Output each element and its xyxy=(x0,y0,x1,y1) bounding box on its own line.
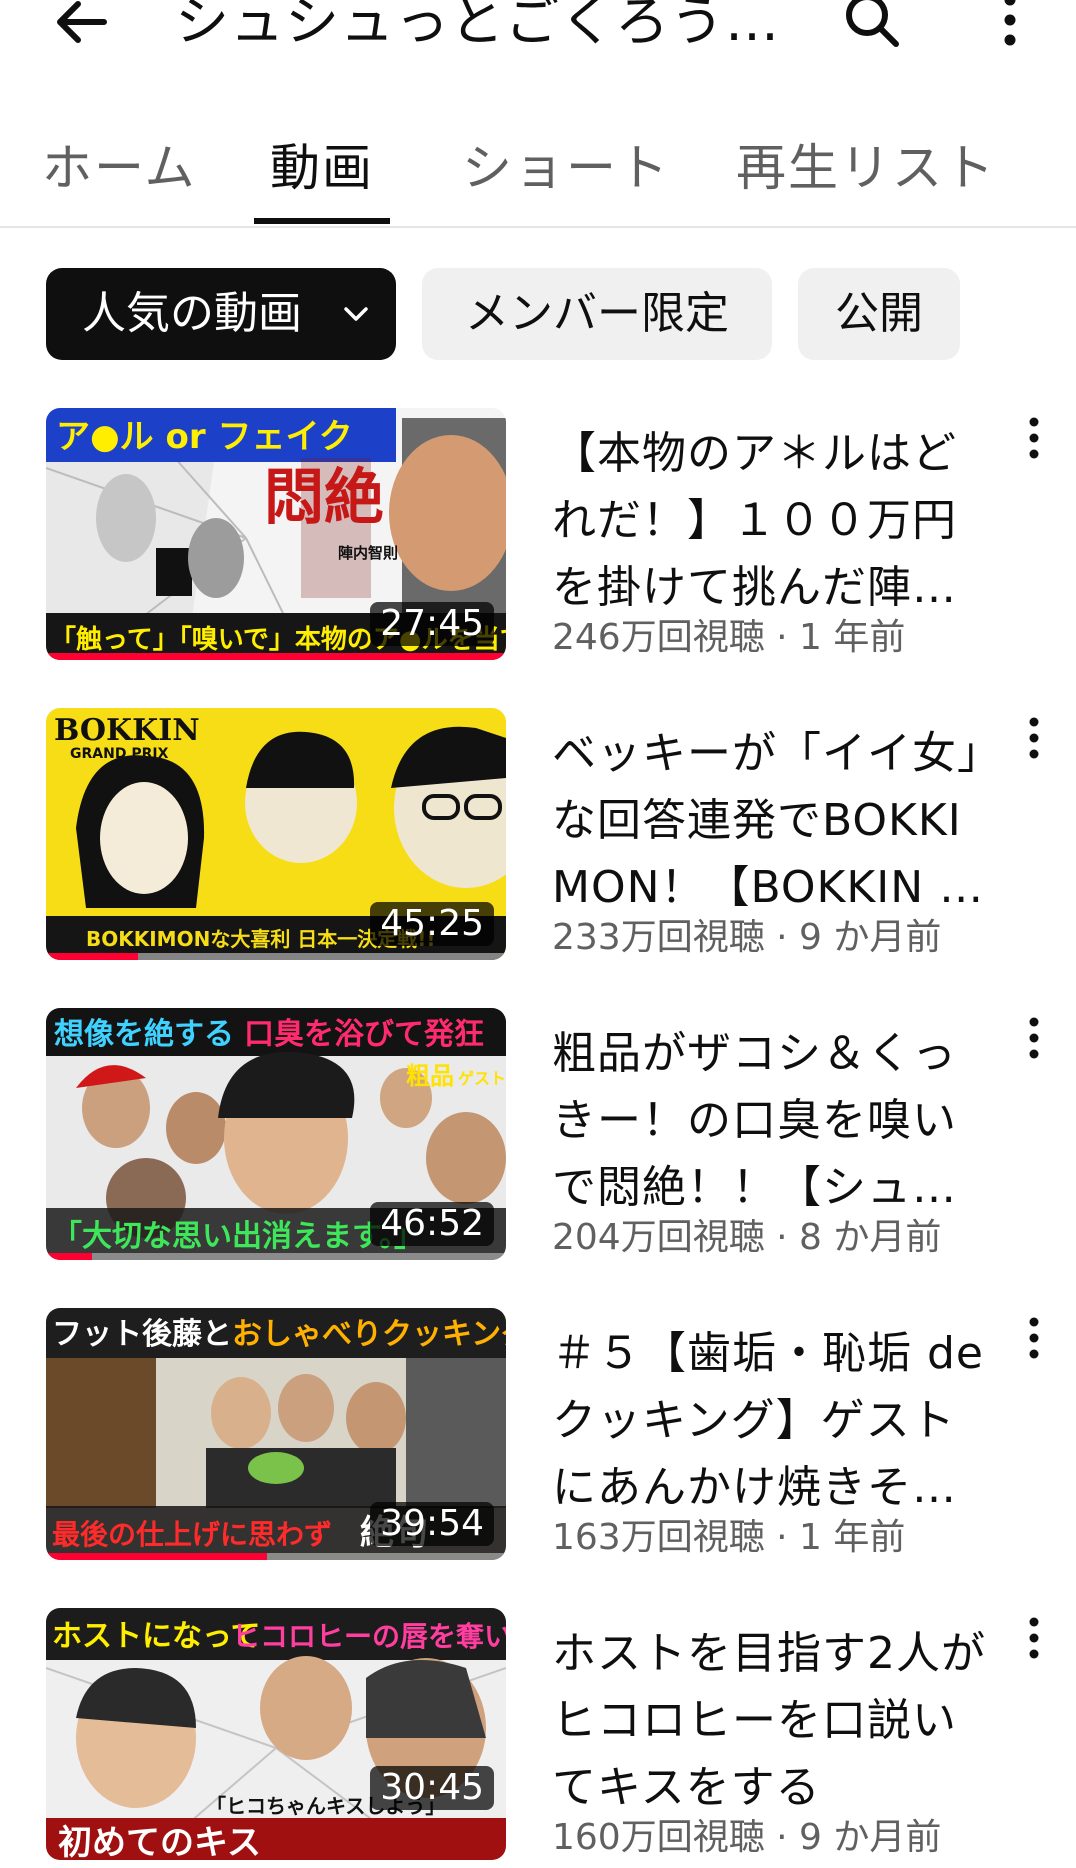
watch-progress-bar xyxy=(46,653,506,660)
video-title[interactable]: 【本物のア＊ルはどれだ！】１００万円を掛けて挑んだ陣内智則 xyxy=(552,420,1000,621)
video-duration: 46:52 xyxy=(370,1202,494,1246)
watch-progress-bar xyxy=(46,953,506,960)
video-item[interactable]: ホストになって ヒコロヒーの唇を奪いたい 「ヒコちゃんキスしよう」 初めてのキス… xyxy=(0,1608,1076,1868)
thumbnail-art: ホストになって ヒコロヒーの唇を奪いたい 「ヒコちゃんキスしよう」 初めてのキス xyxy=(46,1608,506,1860)
video-duration: 27:45 xyxy=(370,602,494,646)
thumb-caption: ホストになって xyxy=(52,1619,261,1654)
active-tab-indicator xyxy=(254,218,390,224)
video-thumbnail[interactable]: BOKKIN GRAND PRIX BOKKIMONな大喜利 日本一決定戦!! … xyxy=(46,708,506,960)
arrow-left-icon xyxy=(57,1,107,43)
chip-popular-videos[interactable]: 人気の動画 xyxy=(46,268,396,360)
back-button[interactable] xyxy=(40,0,120,52)
video-duration: 39:54 xyxy=(370,1502,494,1546)
thumb-caption: 想像を絶する xyxy=(54,1017,234,1052)
thumb-caption: 初めてのキス xyxy=(58,1823,261,1860)
video-menu-button[interactable] xyxy=(1010,708,1058,768)
more-vert-icon xyxy=(1029,1617,1039,1659)
search-button[interactable] xyxy=(836,0,908,52)
thumb-caption: フット後藤と xyxy=(52,1317,232,1352)
video-metadata: 160万回視聴 · 9 か月前 xyxy=(552,1817,942,1858)
thumb-caption: 「大切な思い出消えます。」 xyxy=(52,1219,424,1254)
app-bar: シュシュっとごくろう… xyxy=(0,0,1076,60)
channel-title: シュシュっとごくろう… xyxy=(175,0,780,52)
chip-public[interactable]: 公開 xyxy=(798,268,960,360)
thumb-caption: 陣内智則 xyxy=(338,544,398,562)
thumb-caption: 最後の仕上げに思わず xyxy=(52,1518,332,1551)
thumb-caption: ゲスト xyxy=(458,1069,506,1088)
watch-progress-fill xyxy=(46,1553,267,1560)
video-metadata: 204万回視聴 · 8 か月前 xyxy=(552,1217,942,1258)
tab-home[interactable]: ホーム xyxy=(42,128,197,208)
video-metadata: 233万回視聴 · 9 か月前 xyxy=(552,917,942,958)
watch-progress-bar xyxy=(46,1253,506,1260)
video-item[interactable]: 想像を絶する 口臭を浴びて発狂 粗品 ゲスト 「大切な思い出消えます。」 46:… xyxy=(0,1008,1076,1268)
watch-progress-fill xyxy=(46,653,506,660)
video-menu-button[interactable] xyxy=(1010,408,1058,468)
thumb-caption: 粗品 xyxy=(406,1061,454,1090)
video-duration: 45:25 xyxy=(370,902,494,946)
video-title[interactable]: ＃５【歯垢・恥垢 de クッキング】ゲストにあんかけ焼きそばを xyxy=(552,1320,1000,1521)
video-thumbnail[interactable]: 想像を絶する 口臭を浴びて発狂 粗品 ゲスト 「大切な思い出消えます。」 46:… xyxy=(46,1008,506,1260)
channel-tabs: ホーム 動画 ショート 再生リスト xyxy=(0,108,1076,228)
thumb-caption: GRAND PRIX xyxy=(70,746,169,762)
tab-playlists[interactable]: 再生リスト xyxy=(736,128,996,208)
video-metadata: 246万回視聴 · 1 年前 xyxy=(552,617,906,658)
more-vert-icon xyxy=(1029,417,1039,459)
video-item[interactable]: BOKKIN GRAND PRIX BOKKIMONな大喜利 日本一決定戦!! … xyxy=(0,708,1076,968)
thumb-caption: ア●ル or フェイク xyxy=(56,417,353,457)
watch-progress-fill xyxy=(46,953,138,960)
search-icon xyxy=(846,0,899,47)
more-vert-icon xyxy=(1029,1317,1039,1359)
thumb-caption: おしゃべりクッキング xyxy=(232,1317,506,1352)
video-thumbnail[interactable]: フット後藤と おしゃべりクッキング 最後の仕上げに思わず 絶句 39:54 xyxy=(46,1308,506,1560)
more-vert-icon xyxy=(1029,717,1039,759)
more-vert-icon xyxy=(1004,0,1016,46)
video-item[interactable]: ア●ル or フェイク 悶絶 陣内智則 「触って」「嗅いで」本物のア●ルを当てろ… xyxy=(0,408,1076,668)
video-menu-button[interactable] xyxy=(1010,1008,1058,1068)
video-duration: 30:45 xyxy=(370,1766,494,1810)
tab-shorts[interactable]: ショート xyxy=(462,128,670,208)
video-title[interactable]: 粗品がザコシ＆くっきー！の口臭を嗅いで悶絶！！【シュシュっとごくろう】 xyxy=(552,1020,1000,1221)
video-item[interactable]: フット後藤と おしゃべりクッキング 最後の仕上げに思わず 絶句 39:54 ＃５… xyxy=(0,1308,1076,1568)
chip-members-only[interactable]: メンバー限定 xyxy=(422,268,772,360)
thumb-caption: ヒコロヒーの唇を奪いたい xyxy=(232,1620,506,1653)
more-vert-icon xyxy=(1029,1017,1039,1059)
video-thumbnail[interactable]: ホストになって ヒコロヒーの唇を奪いたい 「ヒコちゃんキスしよう」 初めてのキス… xyxy=(46,1608,506,1860)
more-options-button[interactable] xyxy=(990,0,1030,52)
watch-progress-fill xyxy=(46,1253,92,1260)
video-menu-button[interactable] xyxy=(1010,1608,1058,1668)
chevron-down-icon xyxy=(344,307,368,321)
video-metadata: 163万回視聴 · 1 年前 xyxy=(552,1517,906,1558)
video-thumbnail[interactable]: ア●ル or フェイク 悶絶 陣内智則 「触って」「嗅いで」本物のア●ルを当てろ… xyxy=(46,408,506,660)
thumb-caption: 口臭を浴びて発狂 xyxy=(244,1017,484,1052)
tab-videos[interactable]: 動画 xyxy=(270,128,374,208)
chip-label: 人気の動画 xyxy=(82,288,302,339)
video-menu-button[interactable] xyxy=(1010,1308,1058,1368)
thumb-caption: BOKKIN xyxy=(54,713,200,748)
watch-progress-bar xyxy=(46,1553,506,1560)
thumb-caption: 悶絶 xyxy=(264,463,384,533)
video-title[interactable]: ホストを目指す2人がヒコロヒーを口説いてキスをする xyxy=(552,1620,1000,1821)
video-title[interactable]: ベッキーが「イイ女」な回答連発でBOKKIMON！【BOKKIN GRAND P… xyxy=(552,720,1000,921)
